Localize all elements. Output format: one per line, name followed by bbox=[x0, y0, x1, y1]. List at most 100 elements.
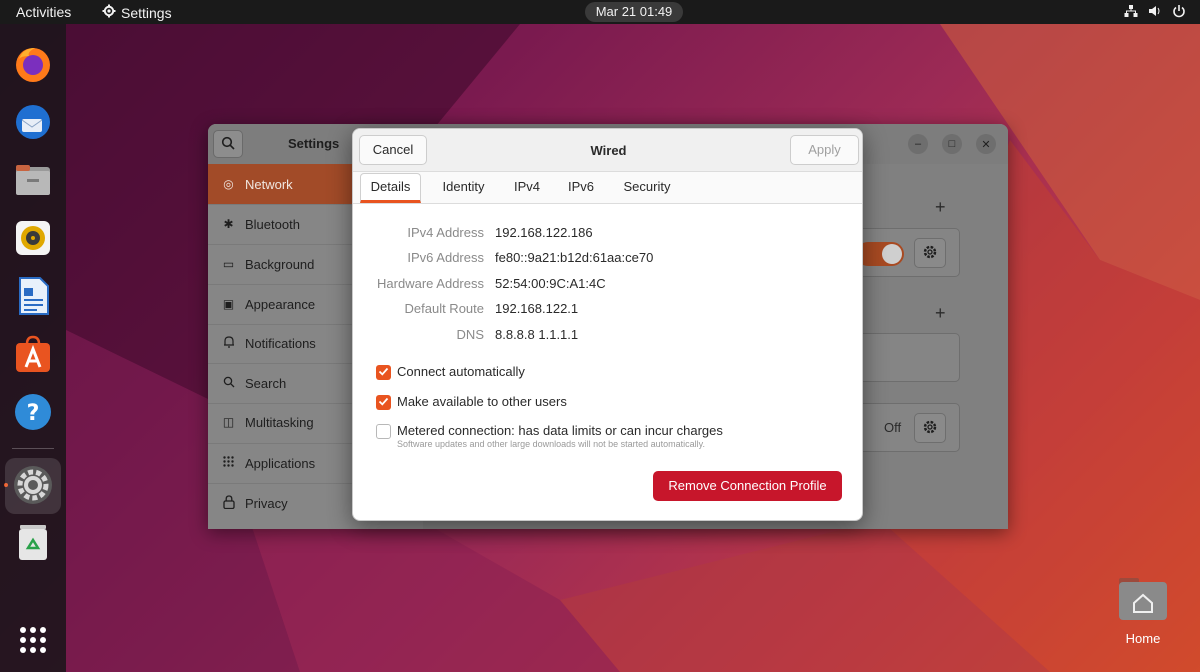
clock[interactable]: Mar 21 01:49 bbox=[585, 2, 683, 22]
apply-button[interactable]: Apply bbox=[790, 135, 859, 165]
detail-value: fe80::9a21:b12d:61aa:ce70 bbox=[495, 250, 654, 265]
maximize-button[interactable]: □ bbox=[942, 134, 962, 154]
wired-settings-button[interactable] bbox=[914, 238, 946, 268]
wired-dialog: Cancel Wired Apply Details Identity IPv4… bbox=[352, 128, 863, 521]
home-folder-label: Home bbox=[1125, 631, 1161, 646]
system-tray[interactable] bbox=[1124, 4, 1186, 21]
available-to-others-label: Make available to other users bbox=[397, 394, 567, 409]
metered-connection-checkbox[interactable] bbox=[376, 424, 391, 439]
network-icon bbox=[1124, 4, 1138, 21]
tab-ipv6[interactable]: IPv6 bbox=[559, 172, 603, 204]
sidebar-item-label: Appearance bbox=[245, 296, 316, 312]
thunderbird-icon bbox=[13, 102, 53, 145]
dock-separator bbox=[12, 448, 54, 449]
gear-icon bbox=[922, 244, 938, 263]
connect-automatically-option[interactable]: Connect automatically bbox=[376, 364, 525, 380]
rhythmbox-launcher[interactable] bbox=[10, 216, 56, 262]
firefox-launcher[interactable] bbox=[10, 42, 56, 88]
detail-label: Hardware Address bbox=[377, 276, 484, 291]
lock-icon bbox=[221, 494, 236, 512]
help-icon: ? bbox=[13, 392, 53, 435]
add-connection-button[interactable]: + bbox=[935, 197, 946, 218]
sidebar-item-label: Notifications bbox=[245, 335, 316, 351]
detail-row-hardware: Hardware Address 52:54:00:9C:A1:4C bbox=[353, 276, 862, 294]
bluetooth-icon: ✱ bbox=[223, 217, 234, 231]
network-icon: ◎ bbox=[223, 177, 234, 191]
tab-identity[interactable]: Identity bbox=[431, 172, 496, 204]
gear-icon bbox=[102, 4, 116, 21]
background-icon: ▭ bbox=[222, 257, 235, 271]
svg-text:?: ? bbox=[27, 401, 40, 426]
sidebar-item-label: Multitasking bbox=[245, 414, 314, 430]
detail-value: 192.168.122.1 bbox=[495, 301, 579, 316]
help-launcher[interactable]: ? bbox=[10, 390, 56, 436]
remove-connection-profile-button[interactable]: Remove Connection Profile bbox=[653, 471, 842, 501]
writer-launcher[interactable] bbox=[10, 274, 56, 320]
volume-icon bbox=[1148, 4, 1162, 21]
detail-label: Default Route bbox=[404, 301, 485, 316]
detail-row-ipv4: IPv4 Address 192.168.122.186 bbox=[353, 225, 862, 243]
detail-row-dns: DNS 8.8.8.8 1.1.1.1 bbox=[353, 327, 862, 345]
close-button[interactable]: ✕ bbox=[976, 134, 996, 154]
app-grid-icon bbox=[18, 625, 48, 658]
dialog-headerbar: Cancel Wired Apply bbox=[353, 129, 862, 172]
power-icon bbox=[1172, 4, 1186, 21]
search-button[interactable] bbox=[213, 130, 243, 158]
speaker-icon bbox=[13, 218, 53, 261]
tab-ipv4[interactable]: IPv4 bbox=[505, 172, 549, 204]
trash-icon bbox=[14, 522, 52, 565]
sidebar-item-label: Bluetooth bbox=[245, 216, 300, 232]
appearance-icon: ▣ bbox=[222, 297, 235, 311]
wired-toggle[interactable] bbox=[856, 242, 904, 266]
dialog-tabs: Details Identity IPv4 IPv6 Security bbox=[353, 172, 862, 204]
gear-icon bbox=[922, 419, 938, 438]
software-launcher[interactable] bbox=[10, 332, 56, 378]
proxy-status: Off bbox=[884, 420, 902, 435]
desktop-home-folder[interactable]: Home bbox=[1110, 576, 1176, 646]
close-icon: ✕ bbox=[981, 138, 991, 151]
search-icon bbox=[221, 376, 236, 391]
bell-icon bbox=[221, 335, 236, 351]
minimize-icon: – bbox=[914, 138, 922, 150]
show-applications-button[interactable] bbox=[10, 618, 56, 664]
available-to-others-option[interactable]: Make available to other users bbox=[376, 394, 567, 410]
activities-button[interactable]: Activities bbox=[16, 4, 71, 20]
multitasking-icon: ◫ bbox=[222, 415, 235, 429]
connect-automatically-label: Connect automatically bbox=[397, 364, 525, 379]
thunderbird-launcher[interactable] bbox=[10, 100, 56, 146]
minimize-button[interactable]: – bbox=[908, 134, 928, 154]
detail-label: IPv6 Address bbox=[407, 250, 484, 265]
search-icon bbox=[221, 136, 235, 153]
metered-connection-hint: Software updates and other large downloa… bbox=[397, 439, 706, 449]
available-to-others-checkbox[interactable] bbox=[376, 395, 391, 410]
sidebar-item-label: Search bbox=[245, 375, 287, 391]
app-menu-label: Settings bbox=[121, 4, 172, 21]
proxy-settings-button[interactable] bbox=[914, 413, 946, 443]
detail-label: IPv4 Address bbox=[407, 225, 484, 240]
add-vpn-button[interactable]: + bbox=[935, 303, 946, 324]
sidebar-item-label: Applications bbox=[245, 455, 316, 471]
top-bar: Activities Settings Mar 21 01:49 bbox=[0, 0, 1200, 24]
home-folder-icon bbox=[1117, 578, 1169, 625]
vpn-panel bbox=[848, 333, 960, 382]
metered-connection-option[interactable]: Metered connection: has data limits or c… bbox=[376, 423, 723, 449]
files-launcher[interactable] bbox=[10, 158, 56, 204]
tab-details[interactable]: Details bbox=[360, 173, 421, 203]
detail-value: 8.8.8.8 1.1.1.1 bbox=[495, 327, 579, 342]
detail-label: DNS bbox=[456, 327, 484, 342]
document-icon bbox=[13, 276, 53, 319]
trash-launcher[interactable] bbox=[10, 520, 56, 566]
check-icon bbox=[378, 365, 389, 380]
dock: ? bbox=[0, 24, 66, 672]
detail-value: 192.168.122.186 bbox=[495, 225, 593, 240]
applications-icon bbox=[221, 456, 236, 470]
settings-launcher[interactable] bbox=[5, 458, 61, 514]
sidebar-item-label: Background bbox=[245, 256, 315, 272]
folder-icon bbox=[13, 160, 53, 203]
sidebar-item-label: Network bbox=[245, 176, 293, 192]
connect-automatically-checkbox[interactable] bbox=[376, 365, 391, 380]
dialog-title: Wired bbox=[590, 143, 627, 158]
tab-security[interactable]: Security bbox=[615, 172, 679, 204]
app-menu[interactable]: Settings bbox=[102, 4, 172, 21]
settings-title: Settings bbox=[288, 136, 340, 151]
